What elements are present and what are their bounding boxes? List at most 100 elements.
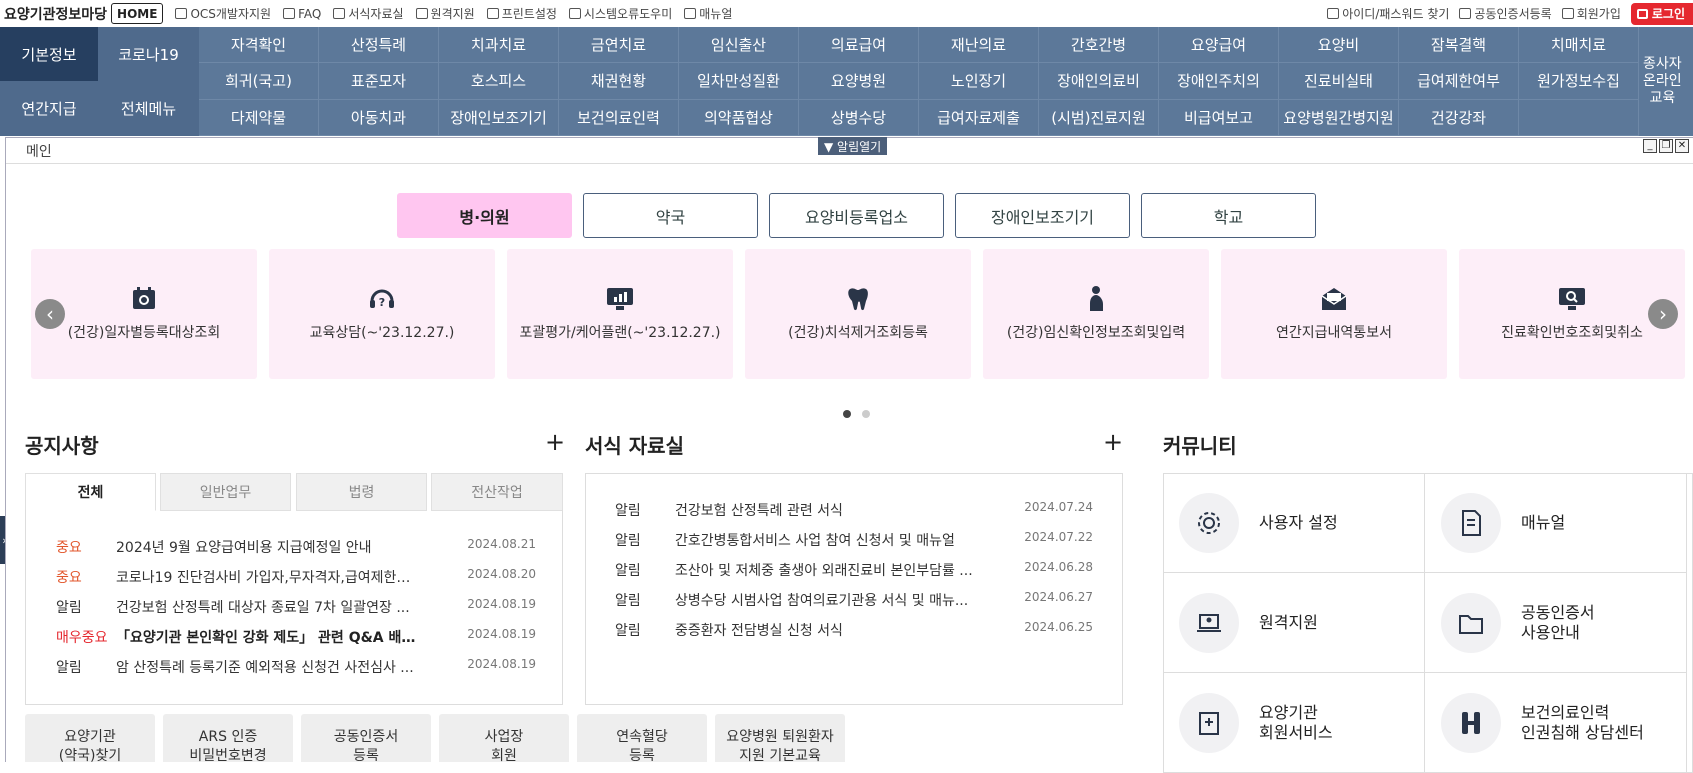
nav-menu-item[interactable]: 치과치료 xyxy=(439,27,559,64)
quick-card[interactable]: ? 교육상담(~'23.12.27.) xyxy=(269,249,495,379)
carousel-next-button[interactable]: › xyxy=(1648,299,1678,329)
tab-assistive-devices[interactable]: 장애인보조기기 xyxy=(955,193,1130,238)
manual-link[interactable]: 매뉴얼 xyxy=(684,5,732,22)
faq-link[interactable]: FAQ xyxy=(283,7,321,21)
tab-hospital-clinic[interactable]: 병·의원 xyxy=(397,193,572,238)
ocs-dev-link[interactable]: OCS개발자지원 xyxy=(175,5,271,22)
nav-menu-item[interactable]: 의약품협상 xyxy=(679,99,799,136)
nav-menu-item[interactable]: 요양급여 xyxy=(1159,27,1279,64)
nav-menu-item[interactable]: 요양비 xyxy=(1279,27,1399,64)
nav-menu-item[interactable]: 노인장기 xyxy=(919,63,1039,100)
people-icon xyxy=(1441,692,1501,753)
quick-card[interactable]: 포괄평가/케어플랜(~'23.12.27.) xyxy=(507,249,733,379)
community-item[interactable]: 보건의료인력 인권침해 상담센터 xyxy=(1425,673,1687,773)
quick-link-button[interactable]: 요양기관 (약국)찾기 xyxy=(25,714,155,764)
quick-link-button[interactable]: 요양병원 퇴원환자 지원 기본교육 xyxy=(715,714,845,764)
forms-more-plus-icon[interactable]: + xyxy=(1103,428,1123,456)
form-row[interactable]: 알림 간호간병통합서비스 사업 참여 신청서 및 매뉴얼 2024.07.22 xyxy=(615,530,1093,550)
nav-menu-item[interactable]: 간호간병 xyxy=(1039,27,1159,64)
print-settings-link[interactable]: 프린트설정 xyxy=(486,5,557,22)
notice-more-plus-icon[interactable]: + xyxy=(545,428,565,456)
community-item[interactable]: 요양기관 회원서비스 xyxy=(1163,673,1425,773)
restore-icon[interactable]: ❐ xyxy=(1659,139,1673,153)
nav-menu-item[interactable]: 요양병원 xyxy=(799,63,919,100)
nav-menu-item[interactable]: 급여제한여부 xyxy=(1399,63,1519,100)
quick-link-button[interactable]: 공동인증서 등록 xyxy=(301,714,431,764)
quick-card[interactable]: (건강)치석제거조회등록 xyxy=(745,249,971,379)
community-item[interactable]: 사용자 설정 xyxy=(1163,473,1425,573)
notice-row[interactable]: 알림 암 산정특례 등록기준 예외적용 신청건 사전심사 ... 2024.08.1… xyxy=(56,657,536,677)
notice-row[interactable]: 알림 건강보험 산정특례 대상자 종료일 7차 일괄연장 ... 2024.08.1… xyxy=(56,597,536,617)
nav-menu-item[interactable]: 표준모자 xyxy=(319,63,439,100)
notice-row[interactable]: 중요 2024년 9월 요양급여비용 지급예정일 안내 2024.08.21 xyxy=(56,537,536,557)
nav-menu-item[interactable]: 장애인주치의 xyxy=(1159,63,1279,100)
nav-menu-item[interactable]: 급여자료제출 xyxy=(919,99,1039,136)
nav-all-menu[interactable]: 전체메뉴 xyxy=(98,81,199,136)
notice-tab-all[interactable]: 전체 xyxy=(25,473,156,511)
nav-menu-item[interactable]: 아동치과 xyxy=(319,99,439,136)
nav-menu-item[interactable]: 원가정보수집 xyxy=(1519,63,1639,100)
nav-menu-item[interactable]: 요양병원간병지원 xyxy=(1279,99,1399,136)
notice-tab-it[interactable]: 전산작업 xyxy=(431,473,563,511)
form-row[interactable]: 알림 건강보험 산정특례 관련 서식 2024.07.24 xyxy=(615,500,1093,520)
notice-row[interactable]: 중요 코로나19 진단검사비 가입자,무자격자,급여제한자... 2024.08.2… xyxy=(56,567,536,587)
minimize-icon[interactable]: _ xyxy=(1643,139,1657,153)
forms-link[interactable]: 서식자료실 xyxy=(333,5,404,22)
nav-menu-item[interactable]: 채권현황 xyxy=(559,63,679,100)
nav-menu-item[interactable]: 임신출산 xyxy=(679,27,799,64)
form-row[interactable]: 알림 조산아 및 저체중 출생아 외래진료비 본인부담률 ... 2024.06.2… xyxy=(615,560,1093,580)
login-button[interactable]: 로그인 xyxy=(1630,2,1693,25)
notice-tab-law[interactable]: 법령 xyxy=(296,473,427,511)
system-error-help-link[interactable]: 시스템오류도우미 xyxy=(568,5,672,22)
nav-menu-item[interactable]: 금연치료 xyxy=(559,27,679,64)
nav-menu-item[interactable]: 자격확인 xyxy=(199,27,319,64)
nav-menu-item[interactable]: 일차만성질환 xyxy=(679,63,799,100)
nav-menu-item[interactable]: 진료비실태 xyxy=(1279,63,1399,100)
community-item[interactable]: 공동인증서 사용안내 xyxy=(1425,573,1687,673)
notice-tab-general[interactable]: 일반업무 xyxy=(160,473,291,511)
community-item[interactable]: 매뉴얼 xyxy=(1425,473,1687,573)
nav-menu-item[interactable]: 재난의료 xyxy=(919,27,1039,64)
site-name[interactable]: 요양기관정보마당 xyxy=(4,4,107,24)
cert-register-link[interactable]: 공동인증서등록 xyxy=(1459,5,1552,22)
nav-annual-payment[interactable]: 연간지급 xyxy=(0,81,98,136)
nav-menu-item[interactable]: 잠복결핵 xyxy=(1399,27,1519,64)
nav-menu-item[interactable]: 비급여보고 xyxy=(1159,99,1279,136)
carousel-prev-button[interactable]: ‹ xyxy=(35,299,65,329)
notice-row[interactable]: 매우중요 「요양기관 본인확인 강화 제도」 관련 Q&A 배포(2... 2024… xyxy=(56,627,536,647)
nav-menu-item[interactable]: 다제약물 xyxy=(199,99,319,136)
quick-card[interactable]: 연간지급내역통보서 xyxy=(1221,249,1447,379)
nav-menu-item[interactable]: 의료급여 xyxy=(799,27,919,64)
tab-school[interactable]: 학교 xyxy=(1141,193,1316,238)
home-button[interactable]: HOME xyxy=(111,3,164,24)
nav-menu-item[interactable]: (시범)진료지원 xyxy=(1039,99,1159,136)
quick-link-button[interactable]: 사업장 회원 xyxy=(439,714,569,764)
tab-care-cost-business[interactable]: 요양비등록업소 xyxy=(769,193,944,238)
nav-basic-info[interactable]: 기본정보 xyxy=(0,27,98,81)
carousel-dot[interactable] xyxy=(862,410,870,418)
form-row[interactable]: 알림 중증환자 전담병실 신청 서식 2024.06.25 xyxy=(615,620,1093,640)
find-id-password-link[interactable]: 아이디/패스워드 찾기 xyxy=(1327,5,1449,22)
nav-staff-online-education[interactable]: 종사자 온라인 교육 xyxy=(1639,27,1693,136)
quick-link-button[interactable]: 연속혈당 등록 xyxy=(577,714,707,764)
nav-menu-item[interactable]: 건강강좌 xyxy=(1399,99,1519,136)
community-item[interactable]: 원격지원 xyxy=(1163,573,1425,673)
nav-menu-item[interactable]: 장애인의료비 xyxy=(1039,63,1159,100)
close-icon[interactable]: ✕ xyxy=(1675,139,1689,153)
form-row[interactable]: 알림 상병수당 시범사업 참여의료기관용 서식 및 매뉴... 2024.06.27 xyxy=(615,590,1093,610)
nav-covid19[interactable]: 코로나19 xyxy=(98,27,199,81)
nav-menu-item[interactable]: 보건의료인력 xyxy=(559,99,679,136)
nav-menu-item[interactable]: 장애인보조기기 xyxy=(439,99,559,136)
nav-menu-item[interactable]: 상병수당 xyxy=(799,99,919,136)
tab-pharmacy[interactable]: 약국 xyxy=(583,193,758,238)
quick-card[interactable]: (건강)임신확인정보조회및입력 xyxy=(983,249,1209,379)
nav-menu-item[interactable]: 치매치료 xyxy=(1519,27,1639,64)
nav-menu-item[interactable]: 호스피스 xyxy=(439,63,559,100)
carousel-dot-active[interactable] xyxy=(843,410,851,418)
nav-menu-item[interactable]: 희귀(국고) xyxy=(199,63,319,100)
nav-menu-item[interactable]: 산정특례 xyxy=(319,27,439,64)
alert-toggle-button[interactable]: ▼ 알림열기 xyxy=(818,137,888,155)
quick-link-button[interactable]: ARS 인증 비밀번호변경 xyxy=(163,714,293,764)
signup-link[interactable]: 회원가입 xyxy=(1561,5,1621,22)
remote-support-link[interactable]: 원격지원 xyxy=(415,5,475,22)
